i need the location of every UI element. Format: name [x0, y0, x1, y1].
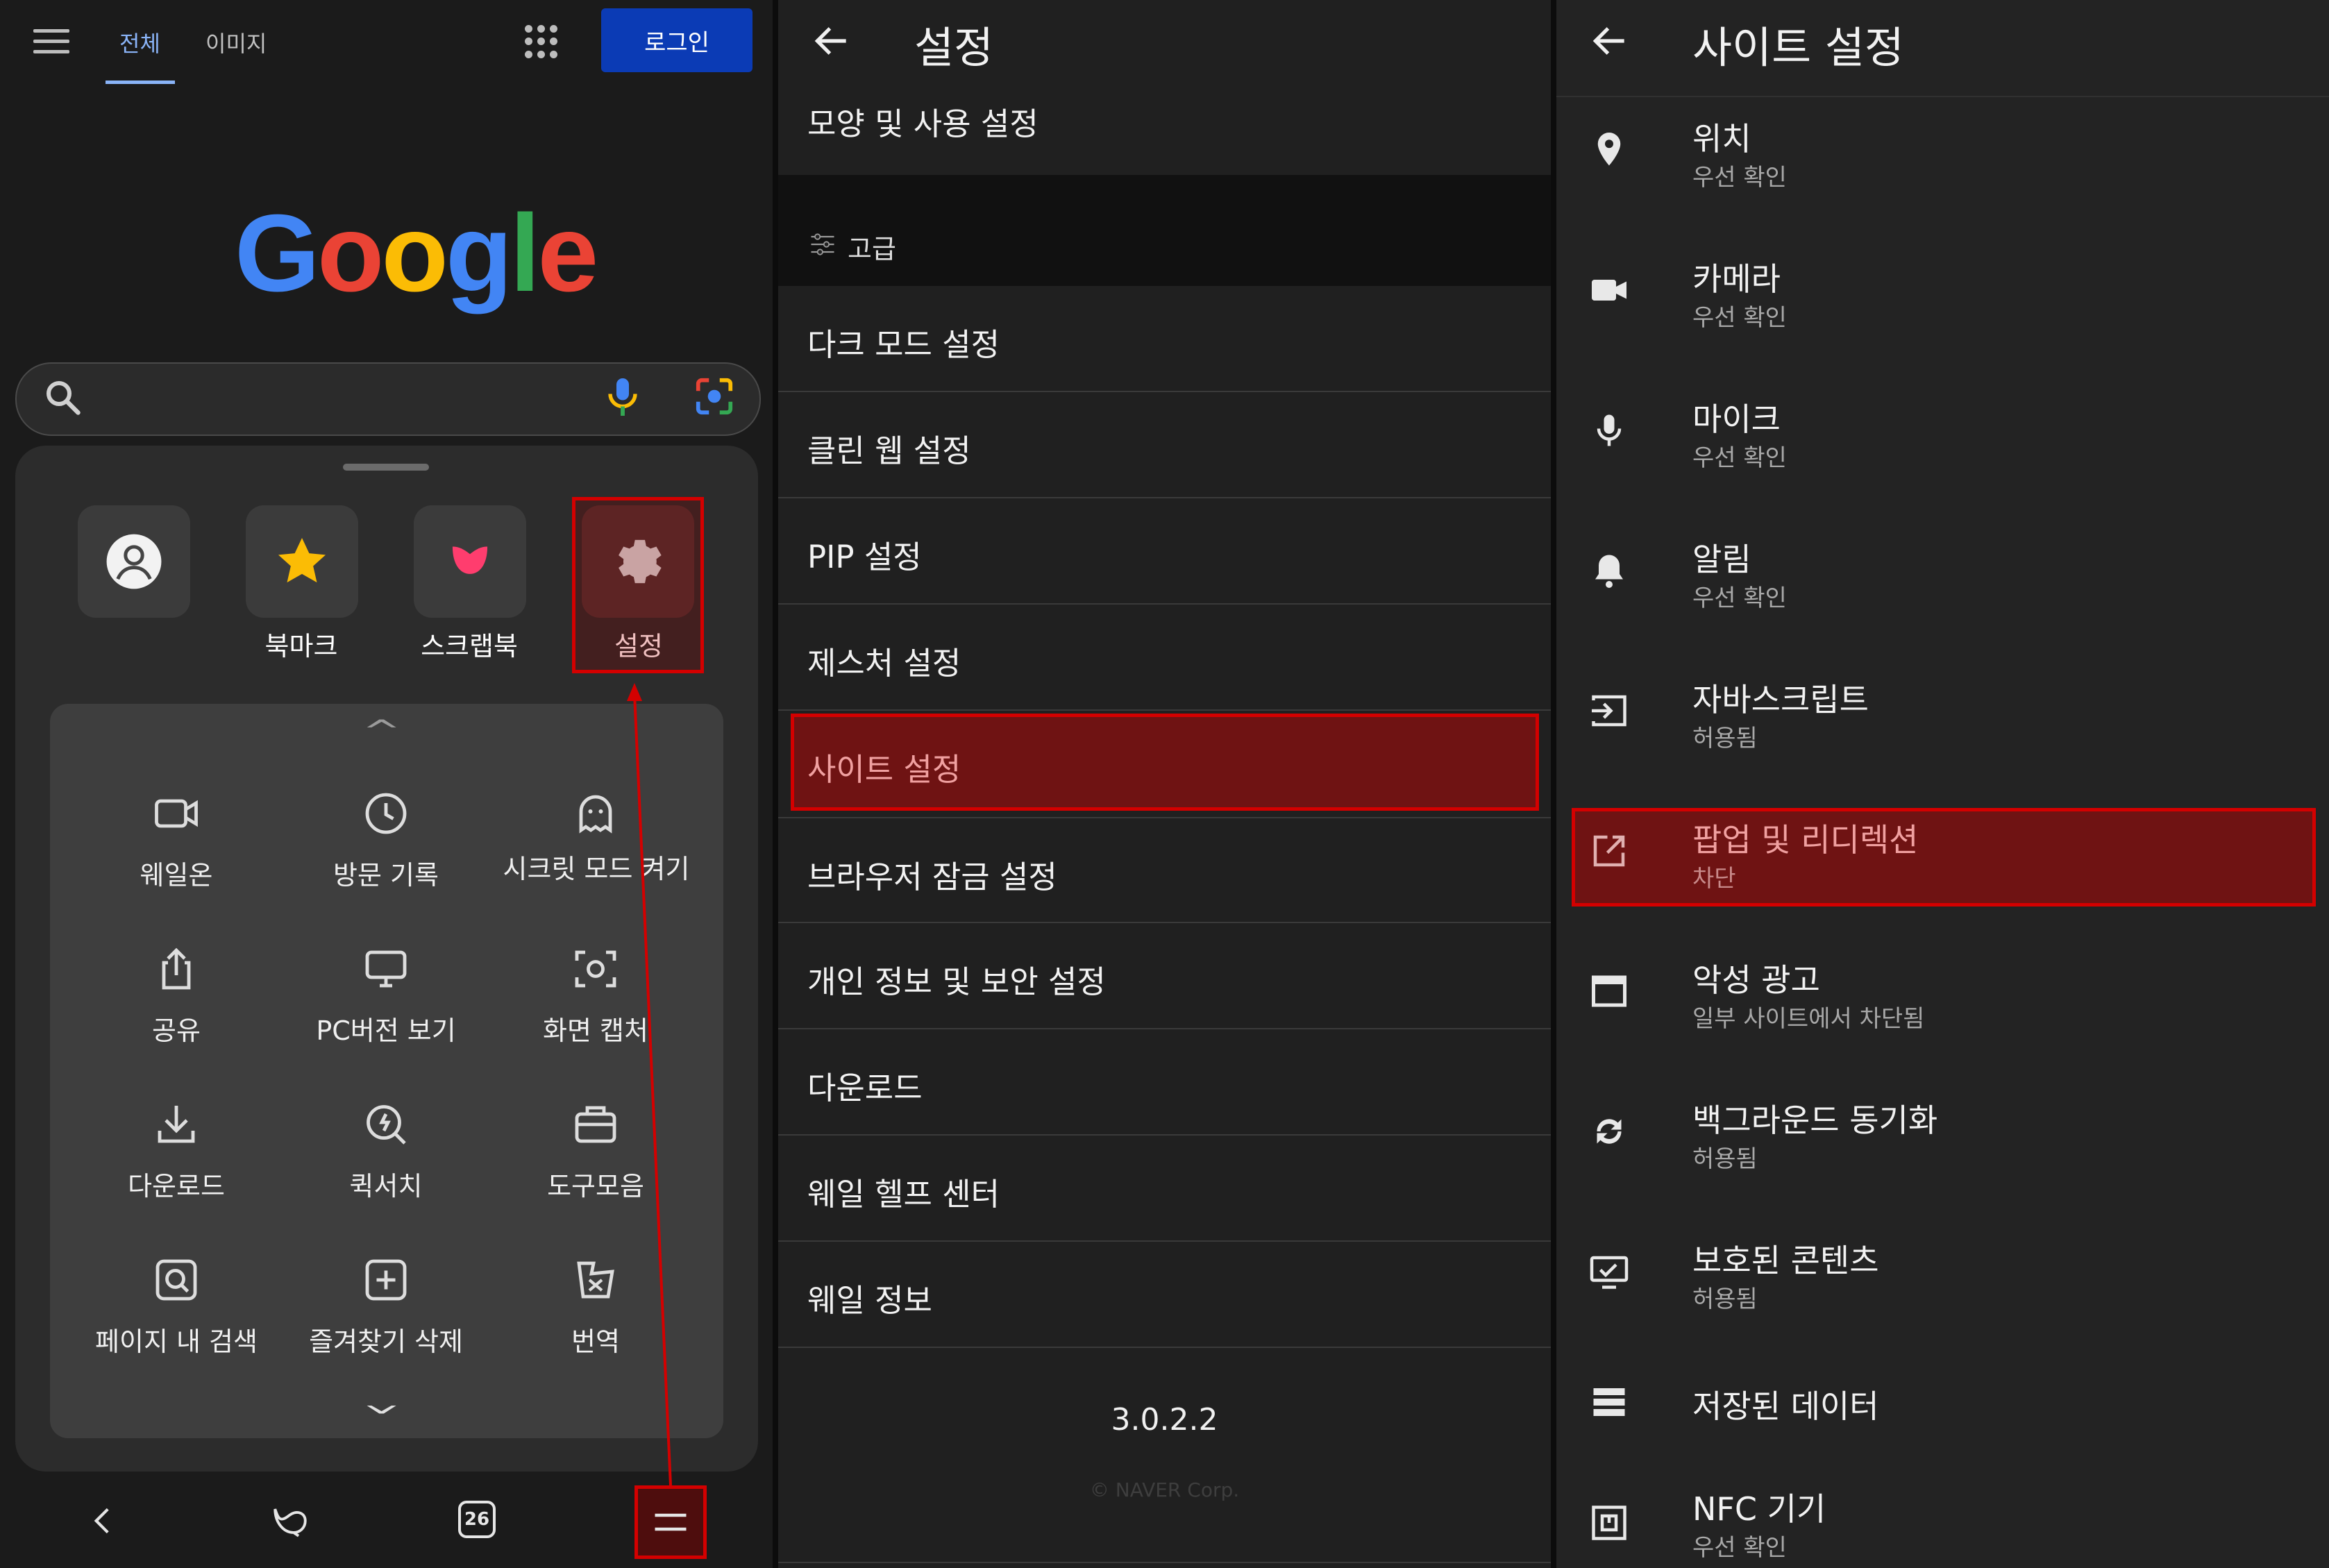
site-setting-camera[interactable]: 카메라: [1692, 254, 1781, 300]
popup-icon: [1593, 835, 1625, 867]
site-setting-status: 일부 사이트에서 차단됨: [1692, 1005, 1925, 1033]
page-title: 사이트 설정: [1692, 22, 1904, 73]
settings-item-gesture[interactable]: 제스처 설정: [778, 605, 1551, 711]
settings-item-label: PIP 설정: [807, 539, 922, 575]
sync-icon: [1597, 1119, 1622, 1144]
site-setting-status: 차단: [1692, 865, 1736, 893]
settings-item-pip[interactable]: PIP 설정: [778, 498, 1551, 605]
settings-item-site-settings[interactable]: 사이트 설정: [778, 711, 1551, 817]
settings-item-label: 웨일 정보: [807, 1282, 932, 1319]
settings-item-label: 개인 정보 및 보안 설정: [807, 963, 1106, 1000]
site-setting-microphone[interactable]: 마이크: [1692, 394, 1781, 440]
settings-item-label: 제스처 설정: [807, 645, 961, 682]
ads-icon: [1592, 975, 1626, 1007]
settings-item-label: 브라우저 잠금 설정: [807, 859, 1057, 895]
nfc-icon: [1592, 1506, 1626, 1540]
site-setting-status: 우선 확인: [1692, 1534, 1787, 1562]
site-setting-stored-data[interactable]: 저장된 데이터: [1692, 1381, 1879, 1427]
popup-highlight: [1572, 808, 2316, 907]
site-setting-protected-content[interactable]: 보호된 콘텐츠: [1692, 1236, 1879, 1281]
back-arrow-icon[interactable]: [1588, 19, 1631, 62]
settings-item-download[interactable]: 다운로드: [778, 1029, 1551, 1136]
version-text: 3.0.2.2: [1111, 1402, 1218, 1438]
site-setting-popups[interactable]: 팝업 및 리디렉션: [1692, 815, 1918, 861]
site-setting-malicious-ads[interactable]: 악성 광고: [1692, 955, 1820, 1001]
site-setting-location[interactable]: 위치: [1692, 114, 1751, 160]
settings-item-clean-web[interactable]: 클린 웹 설정: [778, 392, 1551, 498]
site-setting-javascript[interactable]: 자바스크립트: [1692, 675, 1869, 720]
microphone-icon: [1597, 414, 1622, 446]
settings-item-label: 사이트 설정: [807, 751, 961, 788]
camera-icon: [1592, 280, 1626, 301]
settings-panel: 설정 모양 및 사용 설정 고급 다크 모드 설정 클린 웹 설정 PIP 설정…: [778, 0, 1551, 1568]
settings-item-label: 클린 웹 설정: [807, 432, 971, 469]
site-setting-status: 우선 확인: [1692, 304, 1787, 332]
back-arrow-icon[interactable]: [810, 19, 853, 62]
settings-item-about[interactable]: 웨일 정보: [778, 1242, 1551, 1348]
site-setting-status: 우선 확인: [1692, 584, 1787, 612]
copyright-text: © NAVER Corp.: [1089, 1478, 1240, 1501]
settings-item-help-center[interactable]: 웨일 헬프 센터: [778, 1136, 1551, 1242]
settings-item-appearance[interactable]: 모양 및 사용 설정: [778, 71, 1551, 175]
divider: [778, 1562, 1551, 1563]
site-setting-status: 허용됨: [1692, 1145, 1758, 1173]
site-setting-nfc[interactable]: NFC 기기: [1692, 1484, 1826, 1530]
settings-item-label: 모양 및 사용 설정: [807, 106, 1039, 142]
site-setting-status: 우선 확인: [1692, 164, 1787, 192]
sliders-icon: [811, 233, 834, 255]
site-setting-notifications[interactable]: 알림: [1692, 534, 1751, 580]
whale-menu-panel: 전체 이미지 로그인 Google 북마크 스크랩북 설정 ^ 웨일온 방문 기…: [0, 0, 773, 1568]
site-setting-background-sync[interactable]: 백그라운드 동기화: [1692, 1095, 1937, 1141]
bell-icon: [1595, 555, 1623, 588]
protected-content-icon: [1590, 1256, 1629, 1289]
site-settings-panel: 사이트 설정 위치 우선 확인 카메라 우선 확인 마이크 우선 확인 알림 우…: [1556, 0, 2329, 1568]
site-setting-status: 우선 확인: [1692, 444, 1787, 472]
section-label: 고급: [848, 234, 896, 264]
annotation-arrow: [627, 683, 672, 1486]
settings-item-browser-lock[interactable]: 브라우저 잠금 설정: [778, 817, 1551, 923]
settings-item-label: 다크 모드 설정: [807, 326, 1000, 363]
site-setting-status: 허용됨: [1692, 1285, 1758, 1313]
storage-icon: [1593, 1388, 1625, 1416]
location-icon: [1597, 133, 1621, 166]
settings-item-privacy-security[interactable]: 개인 정보 및 보안 설정: [778, 923, 1551, 1029]
settings-item-label: 웨일 헬프 센터: [807, 1176, 1000, 1213]
page-title: 설정: [914, 22, 994, 73]
site-setting-status: 허용됨: [1692, 725, 1758, 752]
settings-item-dark-mode[interactable]: 다크 모드 설정: [778, 286, 1551, 392]
settings-item-label: 다운로드: [807, 1070, 923, 1106]
header-divider: [1556, 96, 2329, 97]
javascript-icon: [1592, 695, 1626, 727]
